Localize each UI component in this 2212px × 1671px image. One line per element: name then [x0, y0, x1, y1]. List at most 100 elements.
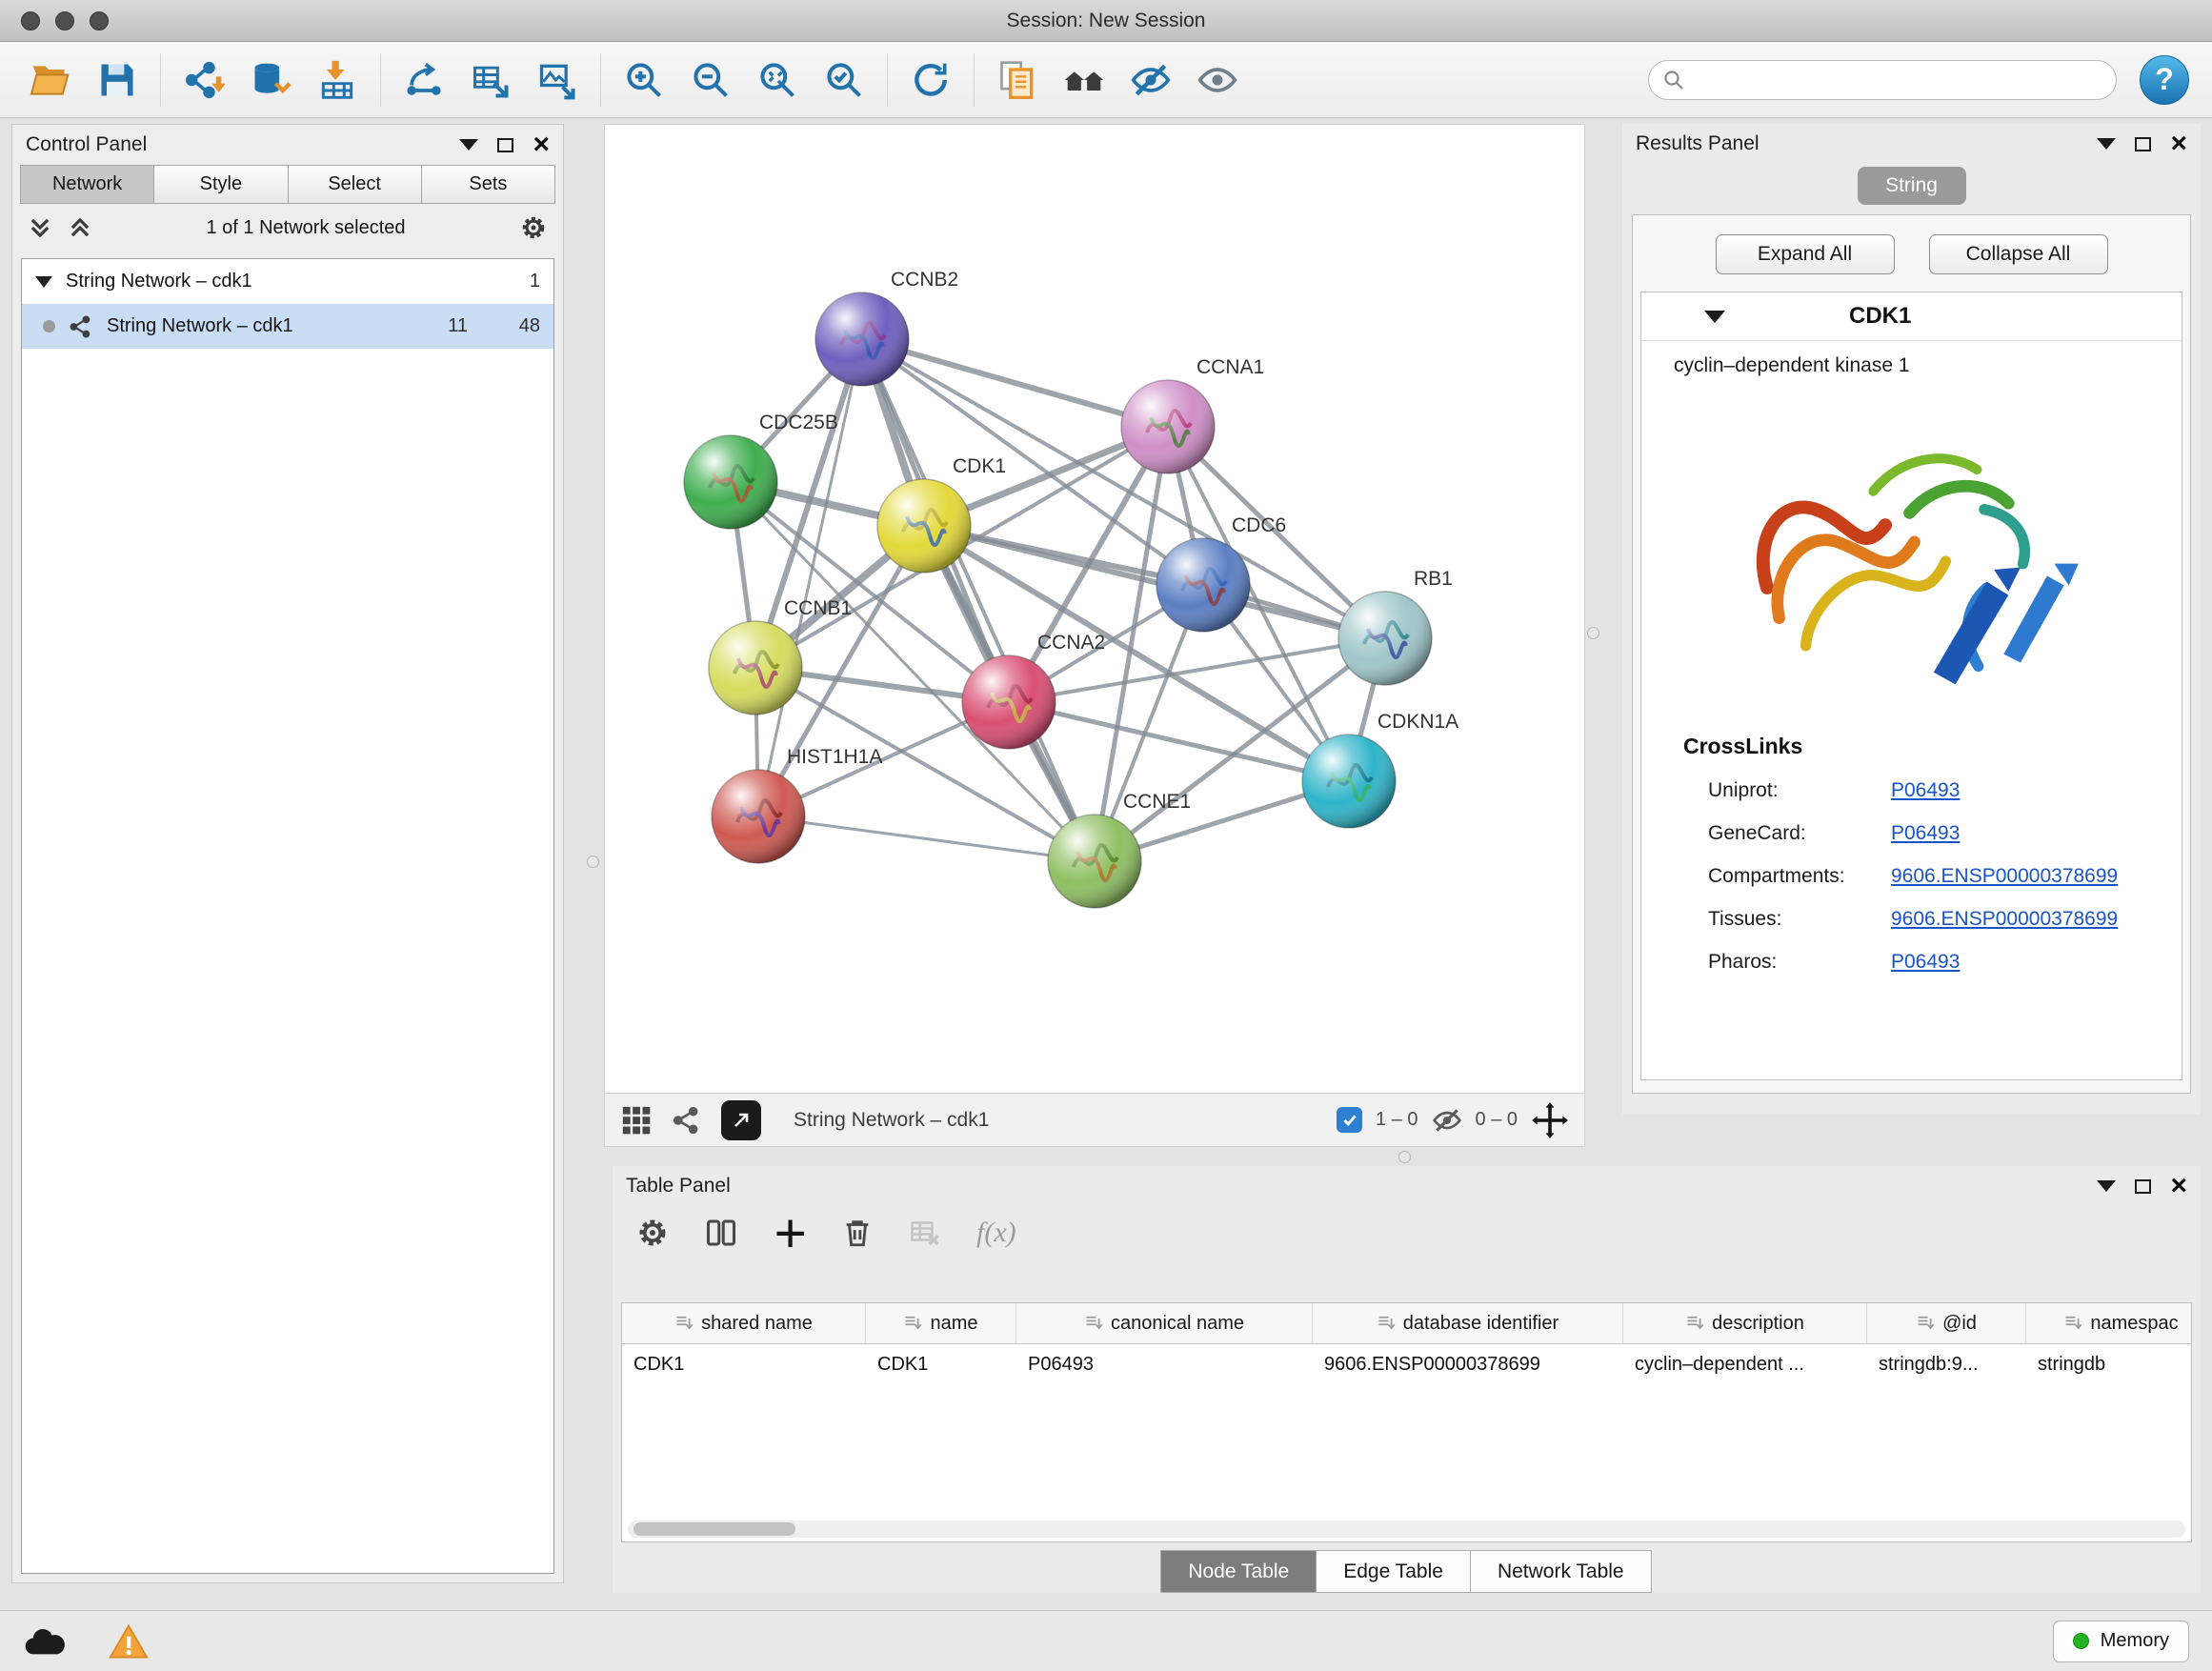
zoom-selected-button[interactable]: [816, 52, 872, 108]
collapse-all-button[interactable]: Collapse All: [1929, 234, 2108, 274]
tree-expand-caret-icon[interactable]: [35, 276, 52, 288]
tab-select[interactable]: Select: [288, 165, 421, 204]
column-sort-icon[interactable]: [1685, 1314, 1704, 1333]
expand-all-icon[interactable]: [68, 215, 92, 240]
network-collection-row[interactable]: String Network – cdk1 1: [22, 259, 553, 304]
string-tab[interactable]: String: [1858, 167, 1966, 205]
window-zoom-button[interactable]: [90, 11, 109, 30]
tab-style[interactable]: Style: [153, 165, 287, 204]
column-header-canonical-name[interactable]: canonical name: [1016, 1303, 1313, 1343]
import-network-file-button[interactable]: [176, 52, 231, 108]
splitter-handle[interactable]: [1398, 1151, 1411, 1163]
new-network-button[interactable]: [396, 52, 452, 108]
export-image-button[interactable]: [530, 52, 585, 108]
column-sort-icon[interactable]: [1084, 1314, 1103, 1333]
table-cell[interactable]: stringdb: [2026, 1354, 2192, 1376]
zoom-out-button[interactable]: [683, 52, 738, 108]
save-session-button[interactable]: [90, 52, 145, 108]
zoom-in-button[interactable]: [616, 52, 672, 108]
network-edge[interactable]: [862, 339, 1095, 861]
column-sort-icon[interactable]: [1916, 1314, 1935, 1333]
panel-float-icon[interactable]: [2135, 137, 2151, 151]
import-table-button[interactable]: [310, 52, 365, 108]
hidden-eye-slash-icon[interactable]: [1432, 1105, 1462, 1136]
function-builder-button[interactable]: f(x): [976, 1217, 1016, 1249]
network-node-cdc25b[interactable]: CDC25B: [684, 412, 838, 529]
network-node-cdkn1a[interactable]: CDKN1A: [1302, 711, 1458, 828]
string-hide-glass-button[interactable]: [1123, 52, 1178, 108]
network-edge[interactable]: [862, 339, 1168, 427]
search-input[interactable]: [1695, 68, 2102, 91]
network-node-hist1h1a[interactable]: HIST1H1A: [712, 746, 882, 863]
network-node-ccnb1[interactable]: CCNB1: [709, 597, 852, 715]
open-in-browser-button[interactable]: [721, 1100, 761, 1140]
splitter-handle[interactable]: [587, 856, 599, 868]
open-session-button[interactable]: [23, 52, 78, 108]
copy-view-button[interactable]: [990, 52, 1045, 108]
gear-icon[interactable]: [519, 213, 548, 242]
network-canvas[interactable]: CCNB2 CCNA1 CDC25B CDK1 CDC6 RB1 CCNB1 C…: [604, 124, 1585, 1094]
network-node-ccna1[interactable]: CCNA1: [1121, 356, 1264, 473]
horizontal-scrollbar-track[interactable]: [628, 1520, 2185, 1538]
grid-view-icon[interactable]: [620, 1104, 653, 1137]
network-node-ccnb2[interactable]: CCNB2: [815, 269, 958, 386]
crosslink-link[interactable]: P06493: [1891, 951, 1960, 974]
panel-close-icon[interactable]: ×: [2170, 130, 2187, 158]
help-button[interactable]: ?: [2140, 55, 2189, 105]
tab-node-table[interactable]: Node Table: [1160, 1550, 1317, 1593]
panel-close-icon[interactable]: ×: [2170, 1172, 2187, 1200]
tab-network-table[interactable]: Network Table: [1470, 1550, 1652, 1593]
zoom-fit-button[interactable]: [750, 52, 805, 108]
table-cell[interactable]: CDK1: [622, 1354, 866, 1376]
warning-icon[interactable]: [109, 1622, 149, 1661]
birdseye-share-icon[interactable]: [672, 1105, 702, 1136]
window-close-button[interactable]: [21, 11, 40, 30]
panel-menu-icon[interactable]: [2097, 1180, 2116, 1192]
network-node-rb1[interactable]: RB1: [1338, 568, 1453, 685]
string-homology-button[interactable]: [1056, 52, 1112, 108]
tab-sets[interactable]: Sets: [421, 165, 555, 204]
section-collapse-icon[interactable]: [1704, 311, 1725, 323]
panel-menu-icon[interactable]: [459, 139, 478, 151]
table-cell[interactable]: P06493: [1016, 1354, 1313, 1376]
collapse-all-icon[interactable]: [28, 215, 52, 240]
column-header-name[interactable]: name: [866, 1303, 1016, 1343]
column-header-shared-name[interactable]: shared name: [622, 1303, 866, 1343]
column-sort-icon[interactable]: [2063, 1314, 2082, 1333]
table-cell[interactable]: CDK1: [866, 1354, 1016, 1376]
table-row[interactable]: CDK1CDK1P064939606.ENSP00000378699cyclin…: [622, 1344, 2191, 1384]
network-edge[interactable]: [924, 526, 1385, 638]
column-header-database-identifier[interactable]: database identifier: [1313, 1303, 1623, 1343]
window-minimize-button[interactable]: [55, 11, 74, 30]
panel-float-icon[interactable]: [497, 138, 513, 152]
panel-menu-icon[interactable]: [2097, 138, 2116, 150]
tab-edge-table[interactable]: Edge Table: [1316, 1550, 1471, 1593]
horizontal-scrollbar-thumb[interactable]: [633, 1522, 795, 1536]
splitter-handle[interactable]: [1587, 627, 1599, 639]
expand-all-button[interactable]: Expand All: [1716, 234, 1895, 274]
crosslink-link[interactable]: P06493: [1891, 822, 1960, 845]
tab-network[interactable]: Network: [20, 165, 153, 204]
table-cell[interactable]: stringdb:9...: [1867, 1354, 2026, 1376]
column-header--id[interactable]: @id: [1867, 1303, 2026, 1343]
selected-checkbox-icon[interactable]: [1337, 1107, 1362, 1133]
show-columns-icon[interactable]: [704, 1216, 738, 1250]
refresh-button[interactable]: [903, 52, 958, 108]
cloud-icon[interactable]: [23, 1625, 67, 1658]
panel-float-icon[interactable]: [2135, 1179, 2151, 1194]
pan-crosshair-icon[interactable]: [1531, 1101, 1569, 1139]
string-show-glass-button[interactable]: [1190, 52, 1245, 108]
network-edge[interactable]: [758, 816, 1095, 861]
network-node-cdk1[interactable]: CDK1: [877, 455, 1006, 573]
column-sort-icon[interactable]: [1377, 1314, 1396, 1333]
panel-close-icon[interactable]: ×: [533, 131, 550, 159]
memory-button[interactable]: Memory: [2053, 1621, 2189, 1662]
delete-column-trash-icon[interactable]: [841, 1217, 874, 1249]
crosslink-link[interactable]: 9606.ENSP00000378699: [1891, 908, 2118, 931]
column-header-description[interactable]: description: [1623, 1303, 1867, 1343]
crosslink-link[interactable]: P06493: [1891, 779, 1960, 802]
table-cell[interactable]: 9606.ENSP00000378699: [1313, 1354, 1623, 1376]
crosslink-link[interactable]: 9606.ENSP00000378699: [1891, 865, 2118, 888]
export-table-button[interactable]: [463, 52, 518, 108]
network-row[interactable]: String Network – cdk1 11 48: [22, 304, 553, 349]
